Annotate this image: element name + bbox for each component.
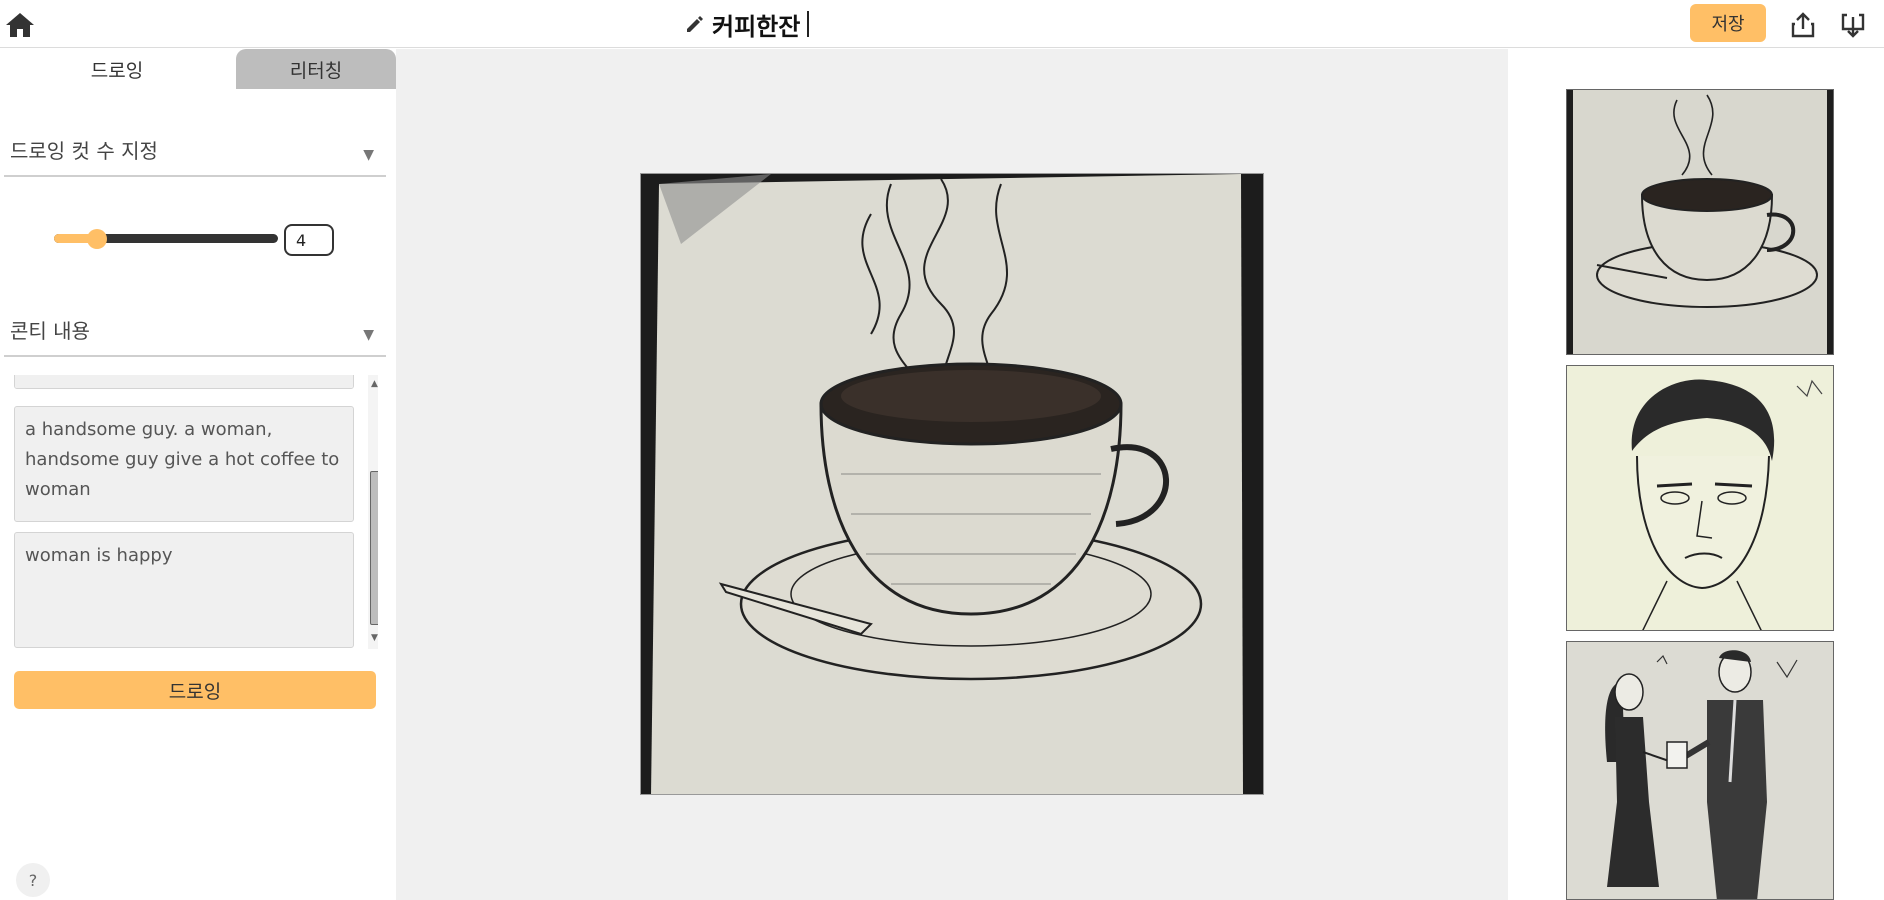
home-button[interactable] [4,10,36,40]
coffee-cup-drawing [641,174,1263,794]
cut-count-slider[interactable] [54,227,278,251]
conti-textarea-2[interactable]: woman is happy [14,532,354,648]
scroll-down-icon[interactable]: ▼ [371,633,378,643]
share-button[interactable] [1786,8,1820,42]
conti-list: a handsome guy. a woman, handsome guy gi… [10,375,378,699]
download-button[interactable] [1836,8,1870,42]
home-icon [6,13,34,37]
thumbnail-2[interactable] [1566,365,1834,631]
man-face-thumbnail-image [1567,366,1833,630]
title-area[interactable]: 커피한잔 [684,6,810,42]
cut-count-select-label: 드로잉 컷 수 지정 [10,139,158,163]
slider-handle[interactable] [87,229,107,249]
conti-textarea-1[interactable]: a handsome guy. a woman, handsome guy gi… [14,406,354,522]
scrollbar-thumb[interactable] [370,471,378,625]
document-title[interactable]: 커피한잔 [712,7,800,42]
help-button[interactable]: ? [16,863,50,897]
chevron-down-icon: ▼ [363,327,374,343]
left-panel: 드로잉 리터칭 드로잉 컷 수 지정 ▼ 콘티 내용 ▼ a handsome … [0,49,396,900]
coffee-thumbnail-image [1567,90,1833,354]
chevron-down-icon: ▼ [363,147,374,163]
conti-content-select-label: 콘티 내용 [10,319,90,343]
conti-content-select[interactable]: 콘티 내용 ▼ [4,305,386,357]
cut-count-select[interactable]: 드로잉 컷 수 지정 ▼ [4,125,386,177]
thumbnail-3[interactable] [1566,641,1834,900]
draw-button[interactable]: 드로잉 [14,671,376,709]
top-bar: 커피한잔 저장 [0,0,1884,48]
pencil-icon [687,16,703,32]
text-caret [807,11,810,37]
save-button[interactable]: 저장 [1690,4,1766,42]
couple-coffee-thumbnail-image [1567,642,1833,899]
right-panel [1508,49,1884,900]
share-icon [1791,12,1815,38]
cut-count-input[interactable] [284,224,334,256]
canvas-area [396,49,1508,900]
thumbnail-1[interactable] [1566,89,1834,355]
conti-scrollbar[interactable]: ▲ ▼ [368,375,378,649]
scroll-up-icon[interactable]: ▲ [371,379,378,389]
tab-retouching[interactable]: 리터칭 [236,49,396,89]
tab-drawing[interactable]: 드로잉 [0,49,234,89]
conti-textarea-0[interactable] [14,375,354,389]
download-icon [1841,13,1865,38]
main-drawing-image[interactable] [640,173,1264,795]
